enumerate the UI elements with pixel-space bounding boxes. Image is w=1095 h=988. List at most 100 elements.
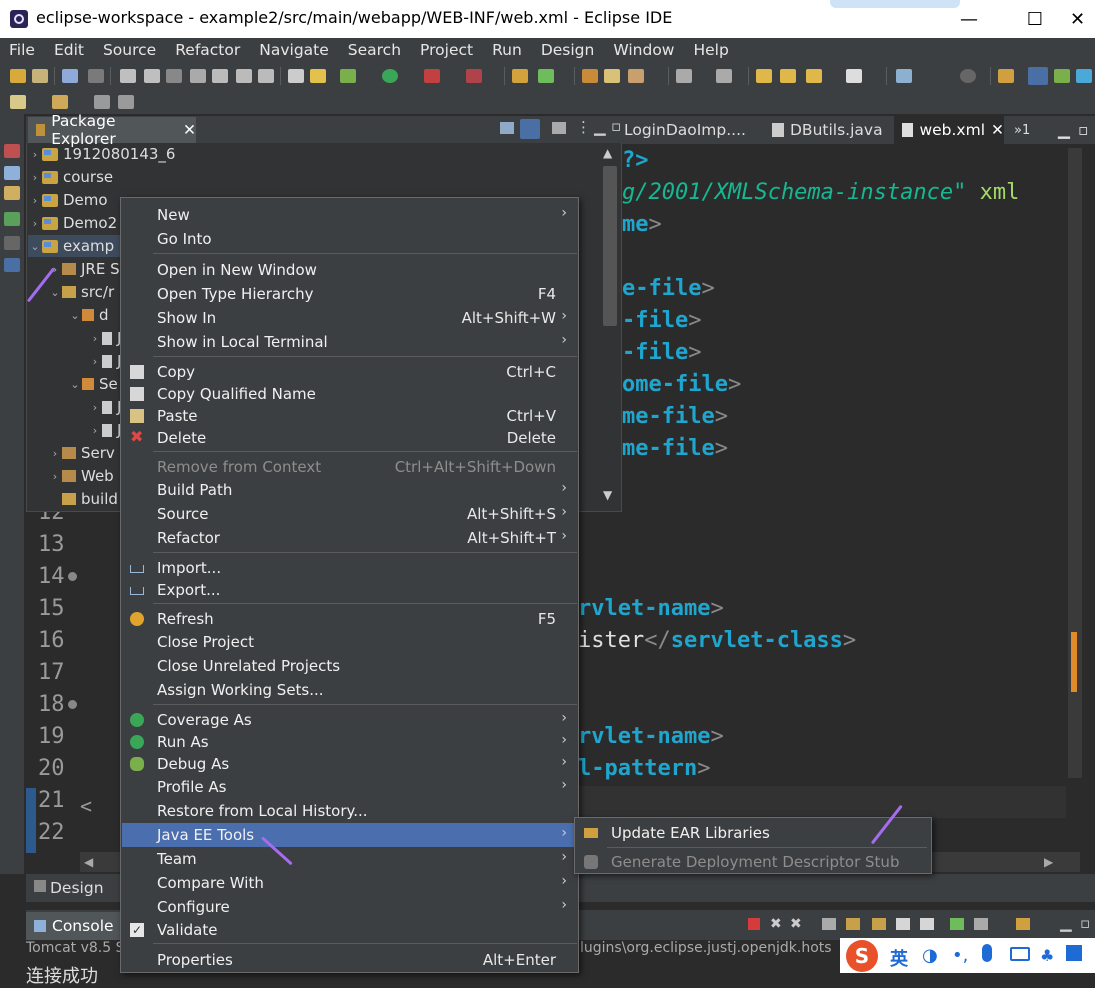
keyboard-icon[interactable] <box>1010 947 1030 961</box>
maximize-view-icon[interactable]: ▫ <box>611 117 621 135</box>
resume-icon[interactable] <box>120 69 136 83</box>
tab-console[interactable]: Console <box>26 912 126 940</box>
menu-item-validate[interactable]: ✓ Validate <box>122 918 577 942</box>
tree-item-web[interactable]: › Web <box>48 465 114 487</box>
filter-icon[interactable] <box>552 122 566 134</box>
menu-run[interactable]: Run <box>483 41 532 59</box>
tree-item-package[interactable]: ⌄ d <box>68 304 108 326</box>
use-step-filters-icon[interactable] <box>310 69 326 83</box>
clear-console-icon[interactable] <box>822 918 836 930</box>
menu-item-delete[interactable]: ✖ Delete Delete <box>122 426 577 450</box>
menu-refactor[interactable]: Refactor <box>166 41 250 59</box>
remove-all-icon[interactable]: ✖ <box>790 916 802 932</box>
package-explorer-scroll-thumb[interactable] <box>603 166 617 326</box>
forward-back-icon[interactable] <box>806 69 822 83</box>
fold-icon[interactable] <box>68 700 77 709</box>
remove-launch-icon[interactable]: ✖ <box>770 916 782 932</box>
external-tools-icon[interactable] <box>466 69 482 83</box>
menu-window[interactable]: Window <box>604 41 684 59</box>
menu-item-run-as[interactable]: Run As › <box>122 730 577 754</box>
menu-design[interactable]: Design <box>532 41 605 59</box>
sogou-logo-icon[interactable]: S <box>846 940 878 972</box>
skin-icon[interactable]: ♣ <box>1040 946 1054 965</box>
tree-item-java-file[interactable]: ›J <box>88 396 122 418</box>
tree-item-project[interactable]: › course <box>28 166 113 188</box>
minimized-view-icon[interactable] <box>4 236 20 250</box>
tree-item-library[interactable]: › JRE S <box>48 258 120 280</box>
package-explorer-scrollbar[interactable]: ▲ ▼ <box>600 146 620 508</box>
skip-breakpoints-icon[interactable] <box>88 69 104 83</box>
menu-item-profile-as[interactable]: Profile As › <box>122 775 577 799</box>
debug-perspective-icon[interactable] <box>1054 69 1070 83</box>
scroll-down-icon[interactable]: ▼ <box>603 488 612 502</box>
menu-item-copy[interactable]: Copy Ctrl+C <box>122 360 577 384</box>
tree-item-project[interactable]: › Demo2 <box>28 212 117 234</box>
new-icon[interactable] <box>10 69 26 83</box>
terminate-icon[interactable] <box>748 918 760 930</box>
search-tool-icon[interactable] <box>628 69 644 83</box>
declaration-icon[interactable] <box>4 186 20 200</box>
tab-logindaoimpl[interactable]: LoginDaoImp.... <box>624 116 746 144</box>
maximize-editor-icon[interactable]: ▫ <box>1078 116 1089 144</box>
tree-item-source-folder[interactable]: ⌄ src/r <box>48 281 114 303</box>
tab-package-explorer[interactable]: Package Explorer ✕ <box>28 112 196 148</box>
coverage-icon[interactable] <box>424 69 440 83</box>
back-icon[interactable] <box>780 69 796 83</box>
menu-search[interactable]: Search <box>339 41 411 59</box>
menu-item-compare-with[interactable]: Compare With › <box>122 871 577 895</box>
scroll-lock-icon[interactable] <box>846 918 860 930</box>
editor-vertical-scrollbar[interactable] <box>1066 148 1084 848</box>
java-perspective-icon[interactable] <box>1028 67 1048 85</box>
disconnect-icon[interactable] <box>190 69 206 83</box>
servers-icon[interactable] <box>4 212 20 226</box>
scroll-up-icon[interactable]: ▲ <box>603 146 612 160</box>
menu-item-import[interactable]: Import... <box>122 556 577 580</box>
maximize-view-icon[interactable]: ▫ <box>1080 914 1090 932</box>
open-task-icon[interactable] <box>604 69 620 83</box>
menu-item-restore-from-local-history[interactable]: Restore from Local History... <box>122 799 577 823</box>
step-into-icon[interactable] <box>212 69 228 83</box>
annotation-next-icon[interactable] <box>676 69 692 83</box>
word-wrap-icon[interactable] <box>872 918 886 930</box>
pin-console-icon[interactable] <box>950 918 964 930</box>
tree-item-java-file[interactable]: ›J <box>88 350 122 372</box>
last-edit-icon[interactable] <box>756 69 772 83</box>
tab-design[interactable]: Design <box>50 879 104 897</box>
maximize-button[interactable]: ☐ <box>1012 0 1058 38</box>
tab-web-xml[interactable]: web.xml ✕ <box>894 116 1004 144</box>
menu-item-open-in-new-window[interactable]: Open in New Window <box>122 258 577 282</box>
toolbox-icon[interactable] <box>1066 945 1082 961</box>
new-class-icon[interactable] <box>538 69 554 83</box>
run-icon[interactable] <box>382 69 398 83</box>
display-console-icon[interactable] <box>974 918 988 930</box>
open-type-icon[interactable] <box>582 69 598 83</box>
step-return-icon[interactable] <box>258 69 274 83</box>
jpa-perspective-icon[interactable] <box>1076 69 1092 83</box>
menu-item-close-unrelated-projects[interactable]: Close Unrelated Projects <box>122 654 577 678</box>
menu-item-show-in-local-terminal[interactable]: Show in Local Terminal › <box>122 330 577 354</box>
tree-item-servers[interactable]: › Serv <box>48 442 115 464</box>
outline-icon[interactable] <box>4 144 20 158</box>
tree-item-build[interactable]: build <box>48 488 118 510</box>
close-view-icon[interactable]: ✕ <box>183 121 196 139</box>
menu-item-paste[interactable]: Paste Ctrl+V <box>122 404 577 428</box>
tab-dbutils[interactable]: DButils.java <box>772 116 883 144</box>
menu-item-copy-qualified-name[interactable]: Copy Qualified Name <box>122 382 577 406</box>
new-file-icon[interactable] <box>10 95 26 109</box>
menu-project[interactable]: Project <box>411 41 483 59</box>
java-ee-perspective-icon[interactable] <box>998 69 1014 83</box>
link-with-editor-icon[interactable] <box>520 119 540 139</box>
ime-language-toggle[interactable]: 英 <box>890 945 908 971</box>
minimize-editor-icon[interactable]: ▁ <box>1058 116 1070 144</box>
save-icon[interactable] <box>32 69 48 83</box>
tree-item-project[interactable]: › Demo <box>28 189 108 211</box>
scroll-right-icon[interactable]: ▶ <box>1044 855 1053 869</box>
save-all-icon[interactable] <box>94 95 110 109</box>
menu-item-refresh[interactable]: Refresh F5 <box>122 607 577 631</box>
minimize-view-icon[interactable]: ▁ <box>594 118 606 136</box>
scroll-left-icon[interactable]: ◀ <box>84 855 93 869</box>
show-stdout-icon[interactable] <box>896 918 910 930</box>
close-tab-icon[interactable]: ✕ <box>991 121 1004 139</box>
menu-item-refactor[interactable]: Refactor Alt+Shift+T › <box>122 526 577 550</box>
menu-edit[interactable]: Edit <box>45 41 94 59</box>
